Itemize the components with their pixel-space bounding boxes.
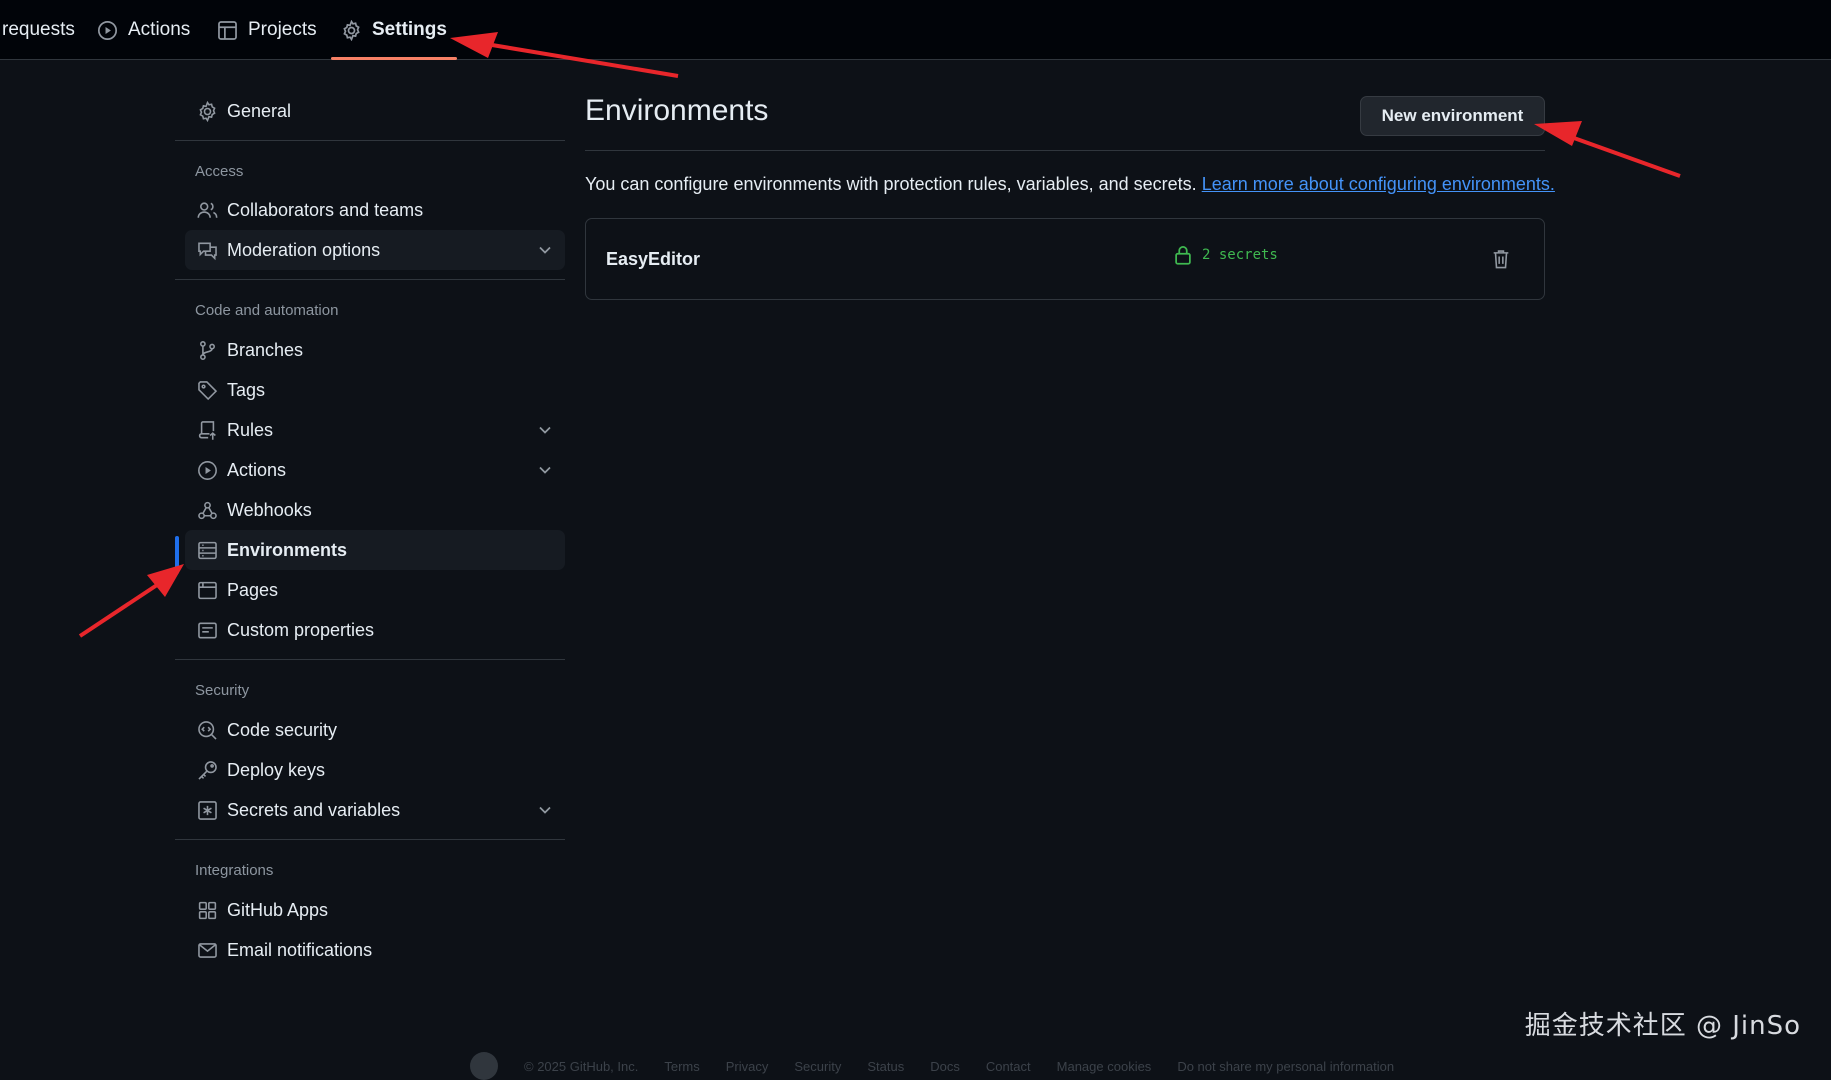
tag-icon	[198, 380, 218, 400]
sidebar-item-deploy-keys[interactable]: Deploy keys	[185, 750, 565, 790]
comment-discussion-icon	[198, 241, 217, 260]
repo-nav: requests Actions Projects Settings	[0, 0, 1831, 60]
sidebar-item-label: Deploy keys	[227, 759, 326, 780]
play-circle-icon	[198, 460, 217, 480]
tab-projects[interactable]: Projects	[217, 0, 317, 60]
environment-secrets-count: 2 secrets	[1174, 245, 1278, 265]
sidebar-item-general[interactable]: General	[185, 91, 565, 131]
sidebar-divider	[175, 279, 565, 280]
footer-link[interactable]: Do not share my personal information	[1177, 1059, 1394, 1074]
tab-settings[interactable]: Settings	[331, 0, 457, 60]
footer-link[interactable]: Manage cookies	[1057, 1059, 1152, 1074]
sidebar-item-github-apps[interactable]: GitHub Apps	[185, 890, 565, 930]
sidebar-item-label: Moderation options	[227, 239, 381, 260]
sidebar-heading-code-automation: Code and automation	[195, 302, 339, 319]
sidebar-item-label: Secrets and variables	[227, 799, 401, 820]
secrets-label: 2 secrets	[1202, 247, 1278, 263]
chevron-down-icon[interactable]	[535, 420, 555, 440]
sidebar-item-label: Collaborators and teams	[227, 199, 424, 220]
sidebar-item-label: Custom properties	[227, 619, 375, 640]
sidebar-item-label: Actions	[227, 459, 287, 480]
note-icon	[198, 621, 217, 639]
sidebar-item-code-security[interactable]: Code security	[185, 710, 565, 750]
sidebar-heading-integrations: Integrations	[195, 862, 274, 879]
sidebar-item-pages[interactable]: Pages	[185, 570, 565, 610]
tab-label: requests	[2, 19, 75, 40]
server-icon	[198, 541, 217, 559]
lock-icon	[1175, 246, 1191, 265]
footer-link[interactable]: Security	[794, 1059, 841, 1074]
chevron-down-icon[interactable]	[535, 460, 555, 480]
sidebar-item-moderation[interactable]: Moderation options	[185, 230, 565, 270]
sidebar-item-label: Email notifications	[227, 939, 373, 960]
sidebar-heading-security: Security	[195, 682, 250, 699]
sidebar-item-custom-properties[interactable]: Custom properties	[185, 610, 565, 650]
sidebar-divider	[175, 659, 565, 660]
sidebar-item-rules[interactable]: Rules	[185, 410, 565, 450]
footer-link[interactable]: Status	[867, 1059, 904, 1074]
sidebar-item-environments[interactable]: Environments	[185, 530, 565, 570]
sidebar-divider	[175, 140, 565, 141]
sidebar-item-label: Environments	[227, 539, 348, 560]
play-circle-icon	[97, 20, 118, 40]
webhook-icon	[198, 501, 217, 519]
sidebar-heading-access: Access	[195, 163, 244, 180]
footer-link[interactable]: Docs	[930, 1059, 960, 1074]
footer-link[interactable]: Terms	[664, 1059, 699, 1074]
sidebar-divider	[175, 839, 565, 840]
table-icon	[218, 20, 237, 40]
environment-list-item: EasyEditor 2 secrets	[585, 218, 1545, 300]
footer: © 2025 GitHub, Inc. Terms Privacy Securi…	[470, 1052, 1394, 1080]
footer-copyright: © 2025 GitHub, Inc.	[524, 1058, 639, 1074]
sidebar-item-label: General	[227, 100, 292, 121]
tab-label: Actions	[128, 19, 191, 40]
footer-link[interactable]: Privacy	[726, 1059, 769, 1074]
title-divider	[585, 150, 1545, 151]
page-title: Environments	[585, 94, 769, 127]
sidebar-item-label: Pages	[227, 579, 279, 600]
chevron-down-icon[interactable]	[535, 800, 555, 820]
environment-name-link[interactable]: EasyEditor	[606, 249, 700, 270]
key-icon	[198, 760, 217, 780]
active-indicator	[175, 536, 179, 574]
mail-icon	[198, 942, 217, 958]
tab-label: Settings	[372, 19, 447, 40]
sidebar-item-branches[interactable]: Branches	[185, 330, 565, 370]
people-icon	[197, 201, 218, 218]
browser-icon	[198, 581, 217, 599]
git-branch-icon	[200, 340, 215, 360]
gear-icon	[199, 100, 216, 122]
codescan-icon	[198, 720, 217, 740]
sidebar-item-label: Tags	[227, 379, 266, 400]
tab-pull-requests[interactable]: requests	[2, 0, 75, 60]
sidebar-item-label: Code security	[227, 719, 338, 740]
learn-more-link[interactable]: Learn more about configuring environment…	[1202, 174, 1555, 194]
sidebar-item-collaborators[interactable]: Collaborators and teams	[185, 190, 565, 230]
sidebar-item-actions[interactable]: Actions	[185, 450, 565, 490]
trash-icon[interactable]	[1491, 248, 1511, 270]
tab-actions[interactable]: Actions	[97, 0, 190, 60]
sidebar-item-label: Branches	[227, 339, 304, 360]
footer-link[interactable]: Contact	[986, 1059, 1031, 1074]
asterisk-icon	[198, 800, 217, 820]
description-body: You can configure environments with prot…	[585, 174, 1197, 194]
tab-label: Projects	[248, 19, 317, 40]
sidebar-item-label: Webhooks	[227, 499, 312, 520]
gear-icon	[343, 19, 360, 41]
description-text: You can configure environments with prot…	[585, 174, 1555, 195]
annotation-arrow-environments	[78, 564, 184, 638]
sidebar-item-secrets-variables[interactable]: Secrets and variables	[185, 790, 565, 830]
apps-icon	[198, 901, 217, 919]
sidebar-item-webhooks[interactable]: Webhooks	[185, 490, 565, 530]
sidebar-item-label: Rules	[227, 419, 274, 440]
chevron-down-icon[interactable]	[535, 240, 555, 260]
repo-push-icon	[198, 420, 216, 440]
github-logo-icon	[470, 1052, 498, 1080]
watermark: 掘金技术社区 @ JinSo	[1524, 1011, 1801, 1041]
sidebar-item-email-notifications[interactable]: Email notifications	[185, 930, 565, 970]
sidebar-item-tags[interactable]: Tags	[185, 370, 565, 410]
sidebar-item-label: GitHub Apps	[227, 899, 329, 920]
annotation-arrow-new-environment	[1534, 121, 1681, 178]
new-environment-button[interactable]: New environment	[1360, 96, 1545, 136]
